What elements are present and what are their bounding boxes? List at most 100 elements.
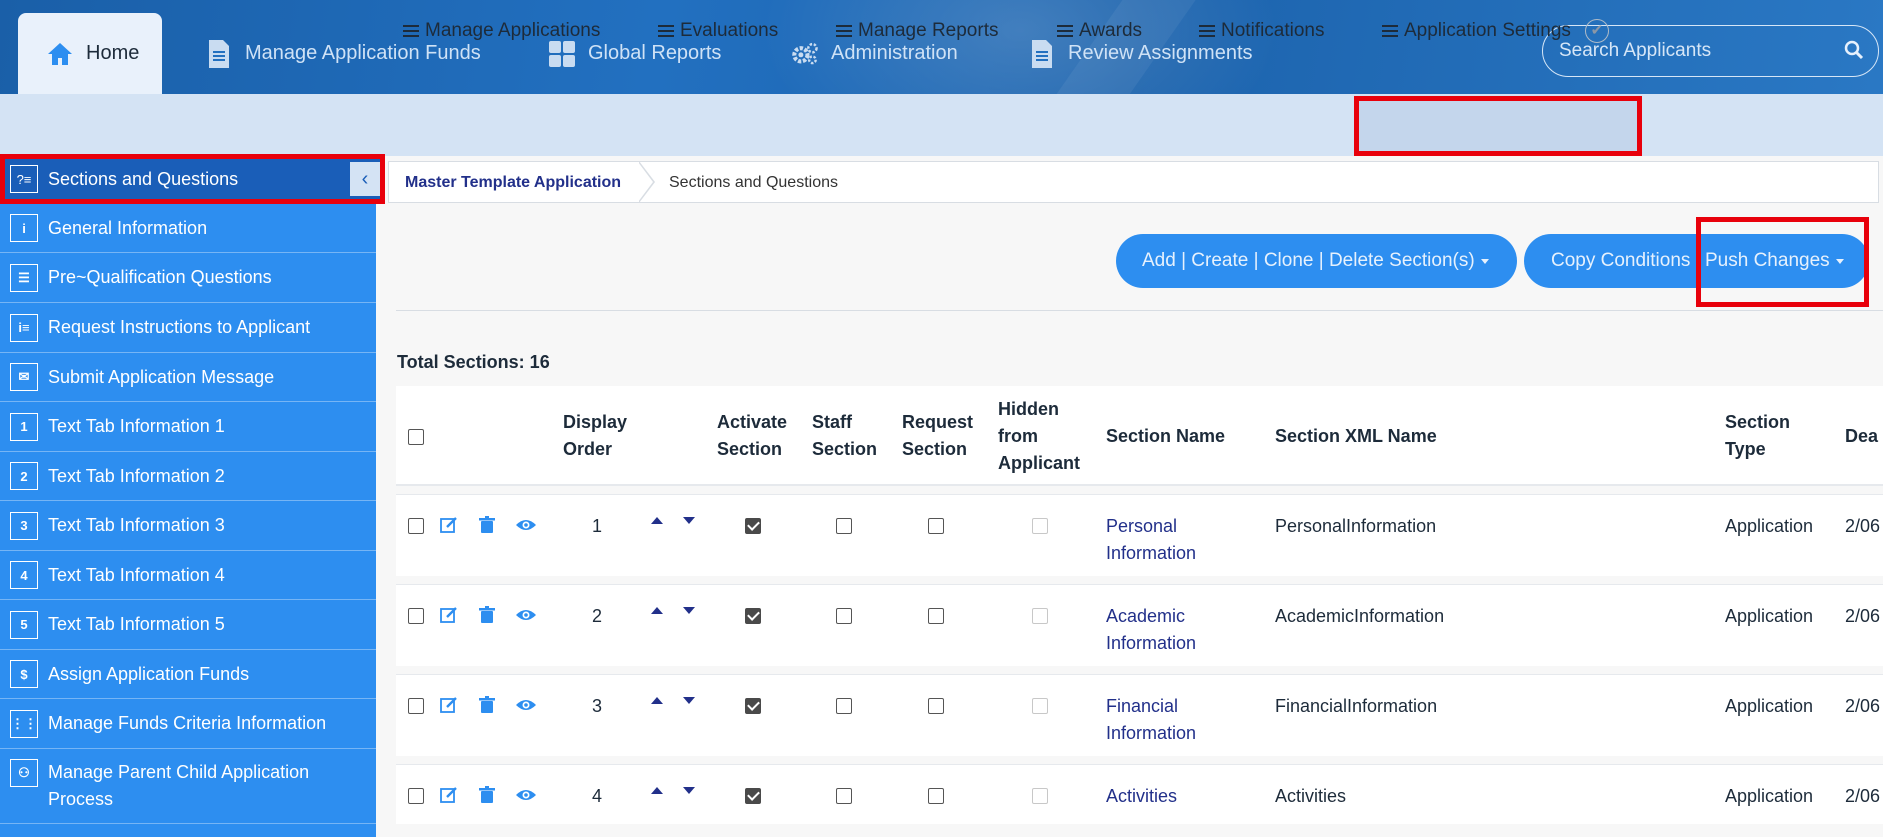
sidebar-item-text-tab-4[interactable]: 4 Text Tab Information 4: [0, 551, 376, 600]
breadcrumb-parent-link[interactable]: Master Template Application: [405, 174, 621, 192]
subnav-manage-reports[interactable]: Manage Reports: [836, 0, 998, 62]
staff-section-checkbox[interactable]: [836, 518, 852, 534]
gears-icon: [791, 40, 819, 68]
select-all-checkbox[interactable]: [408, 429, 424, 445]
move-down-icon[interactable]: [683, 787, 695, 794]
row-select-checkbox[interactable]: [408, 518, 424, 534]
sidebar-item-label: Text Tab Information 5: [48, 614, 225, 634]
move-up-icon[interactable]: [651, 607, 663, 614]
edit-icon[interactable]: [439, 785, 459, 805]
section-name-link[interactable]: Financial Information: [1106, 693, 1196, 747]
sidebar-item-text-tab-3[interactable]: 3 Text Tab Information 3: [0, 501, 376, 551]
move-down-icon[interactable]: [683, 607, 695, 614]
delete-icon[interactable]: [477, 785, 497, 805]
staff-section-checkbox[interactable]: [836, 788, 852, 804]
sidebar-item-text-tab-1[interactable]: 1 Text Tab Information 1: [0, 402, 376, 452]
staff-section-checkbox[interactable]: [836, 698, 852, 714]
header-activate-section[interactable]: Activate Section: [717, 409, 787, 463]
section-type: Application: [1725, 516, 1814, 536]
subnav-evaluations[interactable]: Evaluations: [658, 0, 778, 62]
move-up-icon[interactable]: [651, 697, 663, 704]
sidebar-item-label: Text Tab Information 2: [48, 465, 225, 486]
section-xml-name: PersonalInformation: [1275, 516, 1437, 536]
section-xml-name: FinancialInformation: [1275, 696, 1438, 716]
number-2-icon: 2: [10, 462, 38, 490]
activate-section-checkbox[interactable]: [745, 698, 761, 714]
request-section-checkbox[interactable]: [928, 698, 944, 714]
subnav-awards[interactable]: Awards: [1057, 0, 1142, 62]
request-section-checkbox[interactable]: [928, 608, 944, 624]
check-circle-icon: ✔: [1584, 19, 1609, 43]
section-name-link[interactable]: Academic Information: [1106, 603, 1196, 657]
section-name-link[interactable]: Activities: [1106, 783, 1177, 810]
activate-section-checkbox[interactable]: [745, 608, 761, 624]
subnav-label: Notifications: [1221, 20, 1325, 41]
sections-actions-dropdown-button[interactable]: Add | Create | Clone | Delete Section(s): [1116, 234, 1517, 288]
subnav-manage-applications[interactable]: Manage Applications: [403, 0, 600, 62]
view-icon[interactable]: [515, 785, 537, 805]
move-down-icon[interactable]: [683, 697, 695, 704]
move-up-icon[interactable]: [651, 517, 663, 524]
header-deadline[interactable]: Dea: [1845, 423, 1878, 450]
sidebar-item-general-information[interactable]: i General Information: [0, 204, 376, 253]
subnav-application-settings[interactable]: Application Settings ✔: [1382, 0, 1609, 62]
staff-section-checkbox[interactable]: [836, 608, 852, 624]
edit-icon[interactable]: [439, 695, 459, 715]
sidebar-item-pre-qualification[interactable]: ☰ Pre~Qualification Questions: [0, 253, 376, 303]
delete-icon[interactable]: [477, 515, 497, 535]
search-icon[interactable]: [1844, 40, 1864, 66]
instructions-icon: i≡: [10, 313, 38, 342]
header-request-section[interactable]: Request Section: [902, 409, 973, 463]
view-icon[interactable]: [515, 695, 537, 715]
sidebar-item-text-tab-5[interactable]: 5 Text Tab Information 5: [0, 600, 376, 650]
view-icon[interactable]: [515, 515, 537, 535]
caret-down-icon: [1480, 258, 1489, 264]
table-row: 1 Personal Information PersonalInformation A…: [396, 494, 1883, 576]
section-name-link[interactable]: Personal Information: [1106, 513, 1196, 567]
document-icon: [205, 39, 233, 68]
edit-icon[interactable]: [439, 605, 459, 625]
table-header: Display Order Activate Section Staff Sectio…: [396, 386, 1883, 486]
sidebar-item-request-instructions[interactable]: i≡ Request Instructions to Applicant: [0, 303, 376, 353]
section-xml-name: AcademicInformation: [1275, 606, 1445, 626]
highlight-box: [1696, 217, 1869, 307]
display-order-value: 3: [592, 696, 603, 716]
delete-icon[interactable]: [477, 605, 497, 625]
subnav-notifications[interactable]: Notifications: [1199, 0, 1325, 62]
header-section-name[interactable]: Section Name: [1106, 423, 1225, 450]
request-section-checkbox[interactable]: [928, 788, 944, 804]
subnav-label: Manage Applications: [425, 20, 601, 41]
tab-home-label: Home: [86, 42, 140, 64]
move-up-icon[interactable]: [651, 787, 663, 794]
request-section-checkbox[interactable]: [928, 518, 944, 534]
row-select-checkbox[interactable]: [408, 608, 424, 624]
sidebar-item-funds-criteria[interactable]: ⋮⋮ Manage Funds Criteria Information: [0, 699, 376, 749]
sidebar-header-sections-and-questions[interactable]: ?≡ Sections and Questions ‹: [0, 154, 385, 204]
sidebar-item-label: Request Instructions to Applicant: [48, 317, 311, 337]
sidebar-item-submit-message[interactable]: ✉ Submit Application Message: [0, 353, 376, 402]
table-row: 4 Activities Activities Application 2/06: [396, 764, 1883, 824]
collapse-sidebar-button[interactable]: ‹: [350, 162, 380, 196]
header-staff-section[interactable]: Staff Section: [812, 409, 877, 463]
sidebar-item-label: Submit Application Message: [48, 366, 275, 387]
header-section-type[interactable]: Section Type: [1725, 409, 1790, 463]
tab-home[interactable]: Home: [18, 13, 162, 94]
header-hidden-from-applicant[interactable]: Hidden from Applicant: [998, 396, 1080, 477]
row-select-checkbox[interactable]: [408, 788, 424, 804]
header-section-xml-name[interactable]: Section XML Name: [1275, 423, 1437, 450]
view-icon[interactable]: [515, 605, 537, 625]
hidden-from-applicant-checkbox: [1032, 698, 1048, 714]
activate-section-checkbox[interactable]: [745, 788, 761, 804]
sidebar-item-label: Assign Application Funds: [48, 663, 250, 684]
row-select-checkbox[interactable]: [408, 698, 424, 714]
delete-icon[interactable]: [477, 695, 497, 715]
sidebar-item-assign-funds[interactable]: $ Assign Application Funds: [0, 650, 376, 699]
edit-icon[interactable]: [439, 515, 459, 535]
activate-section-checkbox[interactable]: [745, 518, 761, 534]
menu-icon: [403, 25, 419, 37]
move-down-icon[interactable]: [683, 517, 695, 524]
sidebar-item-parent-child[interactable]: ⚇ Manage Parent Child Application Process: [0, 749, 376, 824]
header-display-order[interactable]: Display Order: [563, 409, 627, 463]
sidebar-item-text-tab-2[interactable]: 2 Text Tab Information 2: [0, 452, 376, 501]
sidebar-item-label: Manage Funds Criteria Information: [48, 713, 327, 733]
